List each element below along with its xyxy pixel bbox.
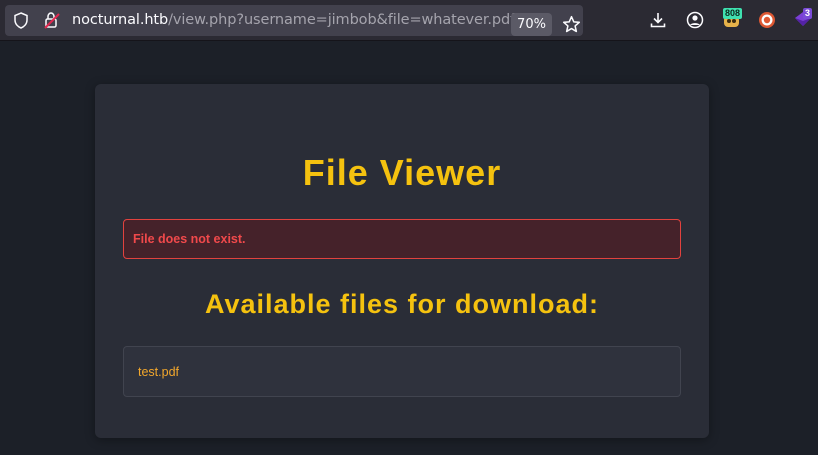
file-viewer-card: File Viewer File does not exist. Availab… [95,84,709,438]
error-alert: File does not exist. [123,219,681,259]
page-title: File Viewer [302,152,502,193]
file-link-test-pdf[interactable]: test.pdf [138,365,179,379]
address-bar[interactable]: nocturnal.htb/view.php?username=jimbob&f… [5,5,583,36]
url-host: nocturnal.htb [72,12,169,28]
url-text[interactable]: nocturnal.htb/view.php?username=jimbob&f… [72,12,515,28]
insecure-lock-icon[interactable] [43,11,61,30]
download-icon[interactable] [648,10,668,30]
shield-icon[interactable] [13,12,29,29]
account-icon[interactable] [685,10,705,30]
browser-toolbar: nocturnal.htb/view.php?username=jimbob&f… [0,0,818,41]
bookmark-star-icon[interactable] [562,15,581,34]
duckduckgo-icon[interactable] [757,10,777,30]
extension-badge: 808 [723,8,743,19]
file-list: test.pdf [123,346,681,397]
extension-badge: 3 [803,8,813,19]
files-heading: Available files for download: [204,289,600,319]
error-message: File does not exist. [133,232,246,246]
url-path: /view.php?username=jimbob&file=whatever.… [168,12,516,28]
zoom-level-button[interactable]: 70% [511,13,552,36]
